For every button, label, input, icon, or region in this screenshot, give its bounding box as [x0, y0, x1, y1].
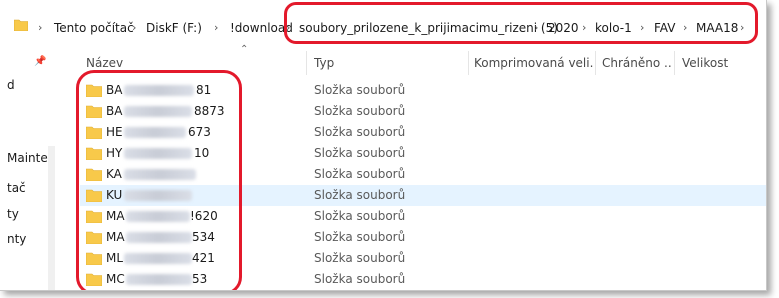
breadcrumb-separator[interactable]: ›	[132, 20, 136, 36]
breadcrumb-separator[interactable]: ›	[214, 20, 218, 36]
file-explorer-window: › Tento počítač › DiskF (F:) › !download…	[0, 0, 767, 291]
folder-type: Složka souborů	[314, 251, 406, 265]
folder-type: Složka souborů	[314, 83, 406, 97]
navigation-pane: 📌 d Mainten tač ty nty	[0, 46, 55, 290]
folder-type: Složka souborů	[314, 209, 406, 223]
breadcrumb-this-pc[interactable]: Tento počítač	[54, 20, 134, 36]
column-divider[interactable]	[306, 51, 307, 75]
column-divider[interactable]	[674, 51, 675, 75]
pin-icon[interactable]: 📌	[34, 56, 46, 67]
column-divider[interactable]	[468, 51, 469, 75]
folder-type: Složka souborů	[314, 146, 406, 160]
folder-icon	[14, 19, 28, 31]
column-header-name[interactable]: Název	[86, 55, 236, 71]
nav-item[interactable]: ty	[7, 207, 19, 221]
breadcrumb-separator: ›	[38, 21, 43, 34]
folder-type: Složka souborů	[314, 230, 406, 244]
folder-type: Složka souborů	[314, 272, 406, 286]
column-header-compressed[interactable]: Komprimovaná veli...	[474, 55, 594, 71]
column-divider[interactable]	[595, 51, 596, 75]
column-header-protected[interactable]: Chráněno ...	[602, 55, 672, 71]
nav-scrollbar[interactable]	[48, 146, 55, 290]
folder-type: Složka souborů	[314, 188, 406, 202]
address-highlight-outline	[284, 2, 758, 44]
column-header-size[interactable]: Velikost	[682, 55, 752, 71]
folder-type: Složka souborů	[314, 167, 406, 181]
breadcrumb-disk-f[interactable]: DiskF (F:)	[146, 20, 202, 36]
sort-ascending-icon: ⌃	[240, 44, 249, 55]
nav-item[interactable]: d	[7, 78, 15, 92]
nav-item[interactable]: tač	[7, 181, 26, 195]
column-header-type[interactable]: Typ	[314, 55, 464, 71]
folder-type: Složka souborů	[314, 125, 406, 139]
names-highlight-outline	[76, 70, 242, 290]
folder-type: Složka souborů	[314, 104, 406, 118]
nav-item[interactable]: nty	[7, 232, 26, 246]
